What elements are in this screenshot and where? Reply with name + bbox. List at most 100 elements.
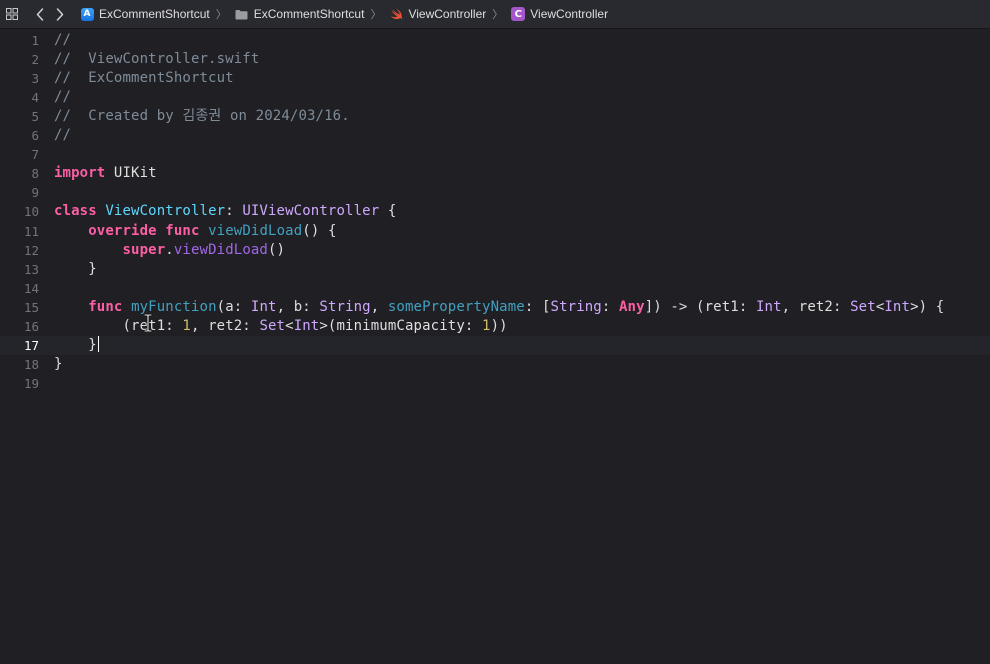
code-token: Set [850,298,876,315]
code-line[interactable]: 2 // ViewController.swift [0,50,990,69]
code-line[interactable]: 4 // [0,88,990,107]
breadcrumb-folder[interactable]: ExCommentShortcut 〉 [235,0,390,29]
breadcrumb-project[interactable]: A ExCommentShortcut 〉 [80,0,235,29]
line-number: 2 [31,51,39,67]
code-token: >) { [910,298,945,315]
line-number: 14 [23,280,39,296]
code-token: override [88,222,157,239]
code-text: } [54,336,100,355]
code-text: // ViewController.swift [54,50,259,69]
code-text: // Created by 김종권 on 2024/03/16. [54,107,350,126]
breadcrumb-file[interactable]: ViewController 〉 [389,0,511,29]
code-token: { [379,203,397,220]
line-number: 11 [23,223,39,239]
code-line[interactable]: 12 super.viewDidLoad() [0,241,990,260]
code-token: < [285,318,294,334]
code-line[interactable]: 11 override func viewDidLoad() { [0,222,990,241]
code-token: , b: [276,298,320,315]
code-token: viewDidLoad [208,222,303,239]
swift-icon [389,7,403,21]
breadcrumb-separator-icon: 〉 [492,9,504,21]
breadcrumb-label: ViewController [530,7,609,21]
code-line[interactable]: 8 import UIKit [0,164,990,183]
code-token: (ret1: [54,318,183,334]
code-line[interactable]: 13 } [0,260,990,279]
code-token: // ViewController.swift [54,50,260,67]
code-token: UIKit [105,165,157,182]
code-token: // ExCommentShortcut [54,69,234,86]
code-token: , ret2: [781,298,851,315]
code-token: , ret2: [190,318,260,334]
code-token: Int [250,298,277,315]
code-token: // [54,31,72,48]
navigate-forward-chevron-icon[interactable] [50,0,70,29]
breadcrumb-symbol[interactable]: C ViewController [511,0,608,29]
breadcrumb-label: ViewController [408,7,487,21]
code-line[interactable]: 6 // [0,126,990,145]
jump-bar: A ExCommentShortcut 〉 ExCommentShortcut … [0,0,990,29]
code-line[interactable]: 14 [0,279,990,298]
line-number: 7 [31,147,39,163]
code-token: , [370,298,388,315]
code-line[interactable]: 10 class ViewController: UIViewController… [0,202,990,221]
line-number: 3 [31,70,39,86]
line-number: 5 [31,108,39,124]
code-token: } [54,337,97,354]
code-line[interactable]: 18} [0,355,990,374]
code-token: String [550,298,602,315]
code-token: // [54,127,72,143]
code-text: // [54,31,71,50]
breadcrumb-label: ExCommentShortcut [253,7,365,21]
line-number: 12 [23,242,39,258]
code-line[interactable]: 17 } [0,336,990,356]
code-token: : [ [524,298,551,315]
line-number: 19 [23,376,39,392]
breadcrumb-separator-icon: 〉 [370,9,382,21]
code-token: : [601,298,619,315]
code-token: Any [619,298,645,315]
line-number: 8 [31,166,39,182]
source-editor[interactable]: 1 // 2 // ViewController.swift 3 // ExComment… [0,29,990,664]
code-token: viewDidLoad [173,241,268,258]
line-number: 15 [23,299,39,315]
code-token: } [54,260,97,277]
text-caret [97,336,100,353]
navigate-back-chevron-icon[interactable] [30,0,50,29]
code-text: super.viewDidLoad() [54,241,285,260]
code-text: func myFunction(a: Int, b: String, someP… [54,298,944,317]
related-items-grid-icon[interactable] [0,0,24,29]
code-text: } [54,355,63,374]
code-token: Int [884,298,911,315]
code-text: class ViewController: UIViewController { [54,202,396,221]
code-line[interactable]: 1 // [0,31,990,50]
code-token: func [165,222,200,239]
code-token: Set [259,318,286,334]
code-token: func [88,298,123,315]
code-line[interactable]: 9 [0,183,990,202]
code-token: somePropertyName [387,298,525,315]
code-token: : [225,203,243,220]
code-text: // [54,88,71,107]
code-token: } [54,356,63,373]
line-number: 6 [31,128,39,143]
code-token: class [54,203,97,220]
code-token: (a: [216,298,251,315]
code-line[interactable]: 19 [0,374,990,393]
code-line[interactable]: 3 // ExCommentShortcut [0,69,990,88]
code-token: >(minimumCapacity: [319,318,482,334]
class-icon: C [511,7,526,21]
code-line[interactable]: 5 // Created by 김종권 on 2024/03/16. [0,107,990,126]
code-line[interactable]: 7 [0,145,990,164]
code-text: // [54,126,71,145]
line-number: 13 [23,261,39,277]
code-token: ViewController [105,203,226,220]
code-token: Int [755,298,782,315]
code-text: // ExCommentShortcut [54,69,234,88]
line-number: 1 [31,32,39,48]
xcode-window: A ExCommentShortcut 〉 ExCommentShortcut … [0,0,990,664]
